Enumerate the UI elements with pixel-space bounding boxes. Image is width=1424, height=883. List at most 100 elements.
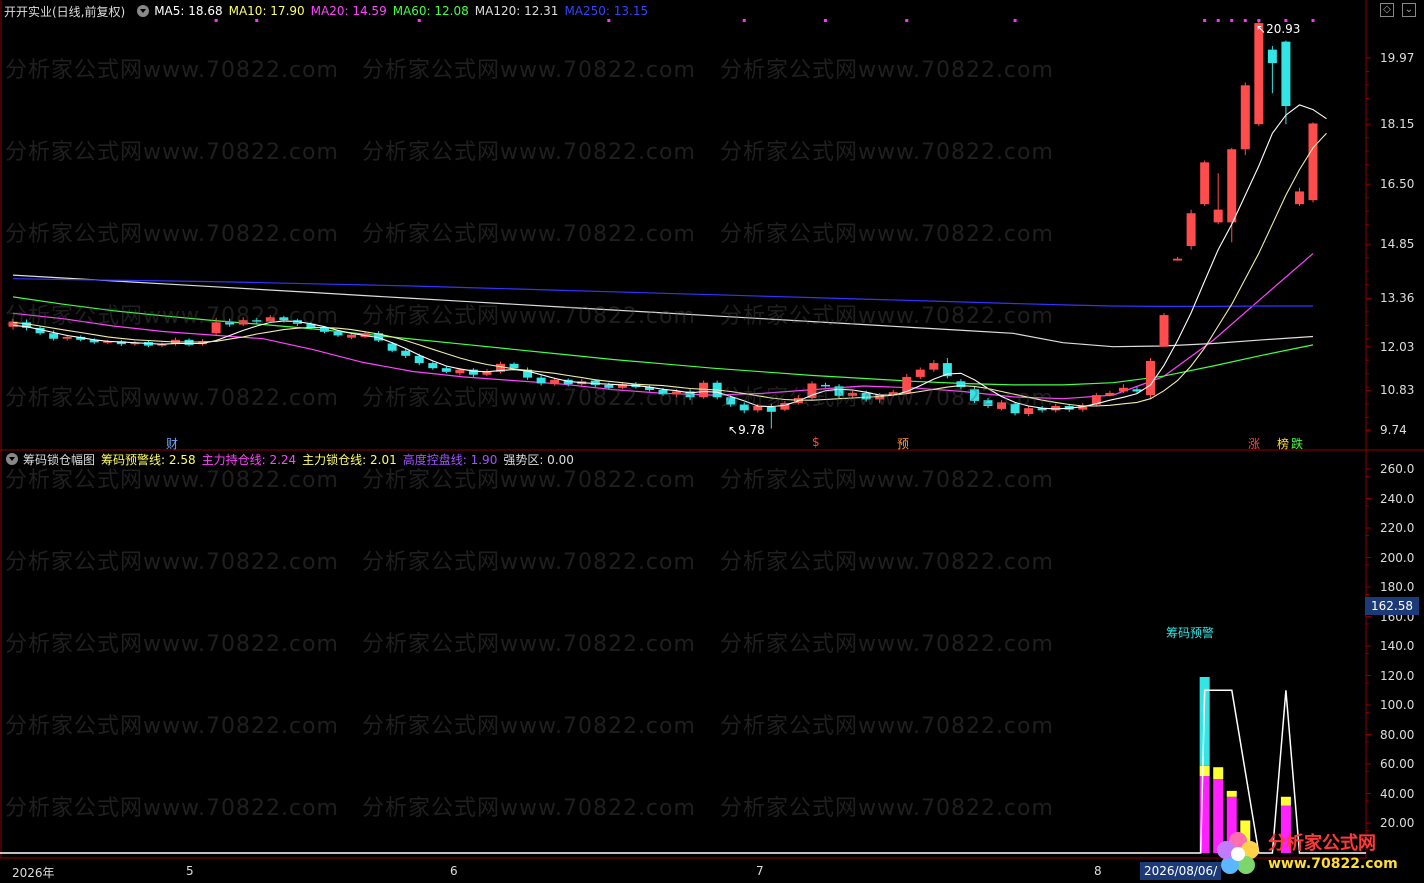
- candle-body: [238, 320, 248, 325]
- candle-body: [441, 368, 451, 372]
- candle-body: [861, 392, 871, 400]
- candle: [956, 379, 966, 390]
- candle: [1186, 209, 1196, 250]
- candle: [1213, 173, 1223, 225]
- indicator-tick-label: 80.00: [1380, 727, 1415, 742]
- price-tick-label: 10.83: [1380, 383, 1415, 398]
- signal-dot: [1230, 19, 1234, 22]
- candle-body: [62, 336, 72, 339]
- indicator-tick-label: 40.00: [1380, 786, 1415, 801]
- signal-dot: [1013, 19, 1017, 22]
- site-logo: 分析家公式网 www.70822.com: [1214, 826, 1420, 881]
- candle-body: [401, 350, 411, 356]
- candle: [969, 387, 979, 404]
- indicator-title: 筹码锁仓幅图: [23, 452, 96, 467]
- candle-body: [1281, 41, 1291, 106]
- indicator-tick-label: 220.0: [1380, 521, 1415, 535]
- candle-body: [49, 333, 59, 339]
- candle: [1227, 147, 1237, 243]
- current-date-label: 2026/08/06/: [1140, 862, 1222, 880]
- candle-body: [1254, 23, 1264, 125]
- candle-body: [848, 392, 858, 396]
- dropdown-toggle-icon[interactable]: [6, 453, 18, 465]
- price-tick-label: 12.03: [1380, 339, 1415, 354]
- indicator-tick-label: 260.0: [1380, 462, 1415, 476]
- indicator-tick-label: 60.00: [1380, 757, 1415, 771]
- dividend-marker[interactable]: $: [812, 435, 820, 449]
- candle: [252, 318, 262, 324]
- candle: [983, 398, 993, 409]
- candle: [1308, 122, 1318, 203]
- high-price-label: ↖20.93: [1256, 22, 1300, 36]
- price-tick-label: 13.36: [1380, 291, 1415, 306]
- low-price-label: ↖9.78: [728, 423, 765, 437]
- chart-grid: [0, 0, 1424, 859]
- candle: [821, 382, 830, 388]
- indicator-tick-label: 240.0: [1380, 491, 1415, 506]
- forecast-marker[interactable]: 预: [897, 435, 909, 452]
- candle: [1118, 384, 1128, 393]
- candlesticks: [8, 21, 1318, 429]
- candle: [116, 339, 126, 346]
- candle-body: [821, 384, 830, 387]
- x-axis-year: 2026年: [12, 866, 55, 880]
- candle: [929, 360, 939, 372]
- indicator-tick-label: 140.0: [1380, 639, 1415, 653]
- candle-body: [265, 317, 275, 322]
- candle: [1240, 82, 1250, 156]
- candle: [685, 389, 695, 401]
- candle: [1254, 21, 1264, 126]
- candle: [523, 367, 533, 380]
- candle-body: [1118, 387, 1128, 392]
- candle-body: [252, 320, 262, 322]
- candle: [1294, 187, 1304, 206]
- signal-dot: [824, 19, 827, 22]
- kline-chart[interactable]: [0, 0, 1424, 883]
- crosshair-value-label: 162.58: [1365, 597, 1419, 615]
- candle-body: [590, 380, 600, 385]
- candle-body: [1267, 49, 1277, 64]
- ranking-marker[interactable]: 榜: [1277, 435, 1289, 452]
- candle: [915, 367, 925, 380]
- ma250-line: [12, 278, 1313, 307]
- candle-body: [726, 397, 736, 405]
- candle-body: [1186, 213, 1196, 246]
- candle-body: [834, 386, 844, 396]
- candle-body: [915, 369, 925, 377]
- candle: [997, 400, 1007, 411]
- candle: [1200, 160, 1210, 206]
- candle-body: [604, 384, 614, 388]
- ma5-line: [12, 104, 1327, 410]
- candle-body: [1024, 408, 1034, 414]
- candle: [225, 318, 235, 327]
- ma60-line: [12, 296, 1314, 386]
- candle-body: [807, 383, 817, 398]
- candle-body: [1294, 191, 1304, 205]
- candle-body: [1308, 123, 1318, 201]
- candle: [1281, 40, 1291, 125]
- signal-dot: [1243, 19, 1247, 22]
- candle-body: [455, 369, 465, 374]
- lock-bar: [1226, 790, 1237, 797]
- limit-up-marker[interactable]: 涨: [1248, 435, 1260, 452]
- indicator-tick-label: 200.0: [1380, 550, 1415, 565]
- candle-body: [333, 331, 343, 336]
- candle: [1024, 406, 1034, 417]
- signal-dot: [214, 19, 218, 22]
- signal-dot: [417, 19, 421, 22]
- flower-icon: [1217, 831, 1259, 874]
- strong-zone-label: 强势区: 0.00: [503, 452, 574, 467]
- ma120-line: [12, 274, 1314, 348]
- x-axis-month-8: 8: [1094, 864, 1102, 878]
- warn-line-label: 筹码预警线: 2.58: [101, 452, 196, 467]
- candle: [157, 342, 167, 348]
- candle: [468, 368, 478, 377]
- price-tick-label: 9.74: [1380, 423, 1407, 437]
- lock-bar: [1280, 796, 1291, 806]
- limit-down-marker[interactable]: 跌: [1291, 435, 1303, 452]
- candle: [1010, 402, 1020, 416]
- candle: [8, 318, 18, 330]
- candle-body: [997, 402, 1007, 409]
- candle: [766, 403, 776, 429]
- sub-chart-header: 筹码锁仓幅图 筹码预警线: 2.58 主力持仓线: 2.24 主力锁仓线: 2.…: [4, 449, 580, 469]
